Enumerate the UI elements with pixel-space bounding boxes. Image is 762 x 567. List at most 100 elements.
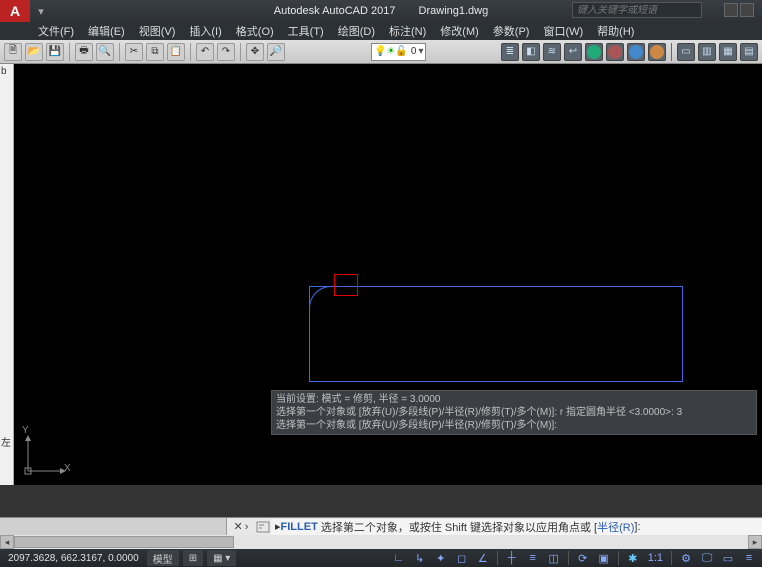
menu-tools[interactable]: 工具(T) [282, 23, 330, 39]
preview-icon[interactable]: 🔍 [96, 43, 114, 61]
ucs-x-label: X [64, 463, 71, 474]
standard-toolbar: 🗎 📂 💾 🖶 🔍 ✂ ⧉ 📋 ↶ ↷ ✥ 🔎 💡☀🔓 0 ▾ ≣ ◧ ≋ ↩ … [0, 40, 762, 64]
anno-toggle-icon[interactable]: ✱ [624, 550, 642, 566]
copy-icon[interactable]: ⧉ [146, 43, 164, 61]
clean-icon[interactable]: ▭ [719, 550, 737, 566]
menu-help[interactable]: 帮助(H) [591, 23, 640, 39]
cmdline-prompt-icon [255, 519, 271, 535]
menu-modify[interactable]: 修改(M) [434, 23, 485, 39]
redo-icon[interactable]: ↷ [217, 43, 235, 61]
menu-view[interactable]: 视图(V) [133, 23, 182, 39]
toolbar-sep [119, 43, 120, 61]
tool-c-icon[interactable] [627, 43, 645, 61]
help-search[interactable] [572, 2, 702, 18]
model-tab[interactable]: 模型 [147, 550, 179, 566]
menu-draw[interactable]: 绘图(D) [332, 23, 381, 39]
grid-toggle[interactable]: ⊞ [183, 550, 203, 566]
command-line-row: ✕ › ▸ FILLET 选择第二个对象，或按住 Shift 键选择对象以应用角… [0, 517, 762, 535]
cursor-coordinates: 2097.3628, 662.3167, 0.0000 [0, 553, 147, 564]
layer-props-icon[interactable]: ≣ [501, 43, 519, 61]
ortho-toggle-icon[interactable]: ↳ [411, 550, 429, 566]
command-option[interactable]: 半径(R) [597, 519, 634, 535]
menu-edit[interactable]: 编辑(E) [82, 23, 131, 39]
layer-name: 0 [411, 46, 417, 57]
trans-toggle-icon[interactable]: ◫ [545, 550, 563, 566]
qat-dropdown-icon[interactable]: ▾ [36, 5, 46, 18]
toolbar-sep [671, 43, 672, 61]
scroll-thumb[interactable] [14, 536, 234, 548]
document-name: Drawing1.dwg [419, 5, 489, 17]
cmdline-handle[interactable] [0, 518, 227, 536]
zoom-icon[interactable]: 🔎 [267, 43, 285, 61]
props-d-icon[interactable]: ▤ [740, 43, 758, 61]
cut-icon[interactable]: ✂ [125, 43, 143, 61]
help-search-input[interactable] [573, 5, 701, 16]
layout-toggle[interactable]: ▦ ▾ [207, 550, 236, 566]
layer-prev-icon[interactable]: ↩ [564, 43, 582, 61]
workspace-icon[interactable]: ⚙ [677, 550, 695, 566]
3d-toggle-icon[interactable]: ▣ [595, 550, 613, 566]
paste-icon[interactable]: 📋 [167, 43, 185, 61]
title-bar: A ▾ Autodesk AutoCAD 2017 Drawing1.dwg [0, 0, 762, 22]
scroll-right-icon[interactable]: ▸ [748, 535, 762, 549]
menu-param[interactable]: 参数(P) [487, 23, 536, 39]
open-icon[interactable]: 📂 [25, 43, 43, 61]
undo-icon[interactable]: ↶ [196, 43, 214, 61]
layer-match-icon[interactable]: ≋ [543, 43, 561, 61]
scroll-track[interactable] [14, 535, 748, 549]
menu-format[interactable]: 格式(O) [230, 23, 280, 39]
osnap-toggle-icon[interactable]: ◻ [453, 550, 471, 566]
tool-b-icon[interactable] [606, 43, 624, 61]
props-b-icon[interactable]: ▥ [698, 43, 716, 61]
infocenter-btn-1[interactable] [724, 3, 738, 17]
app-icon[interactable]: A [0, 0, 30, 22]
infocenter-btn-2[interactable] [740, 3, 754, 17]
props-c-icon[interactable]: ▦ [719, 43, 737, 61]
status-sep [497, 551, 498, 565]
dyn-toggle-icon[interactable]: ┼ [503, 550, 521, 566]
quick-access-toolbar: ▾ [36, 5, 46, 18]
menu-window[interactable]: 窗口(W) [537, 23, 589, 39]
command-input[interactable]: ▸ FILLET 选择第二个对象，或按住 Shift 键选择对象以应用角点或 [… [271, 519, 762, 535]
scroll-left-icon[interactable]: ◂ [0, 535, 14, 549]
menu-file[interactable]: 文件(F) [32, 23, 80, 39]
track-toggle-icon[interactable]: ∠ [474, 550, 492, 566]
polar-toggle-icon[interactable]: ✦ [432, 550, 450, 566]
tool-a-icon[interactable] [585, 43, 603, 61]
close-icon[interactable]: ✕ [234, 520, 243, 533]
drawing-canvas[interactable]: Y X 当前设置: 模式 = 修剪, 半径 = 3.0000 选择第一个对象或 … [14, 64, 762, 485]
infocenter-buttons [724, 3, 754, 17]
horizontal-scrollbar[interactable]: ◂ ▸ [0, 535, 762, 549]
cycle-toggle-icon[interactable]: ⟳ [574, 550, 592, 566]
snap-toggle-icon[interactable]: ∟ [390, 550, 408, 566]
lw-toggle-icon[interactable]: ≡ [524, 550, 542, 566]
command-prompt-b: ]: [634, 521, 640, 533]
drawn-rectangle [309, 286, 683, 382]
props-a-icon[interactable]: ▭ [677, 43, 695, 61]
menu-insert[interactable]: 插入(I) [183, 23, 227, 39]
menu-dim[interactable]: 标注(N) [383, 23, 432, 39]
ruler-mark: b [1, 66, 7, 77]
toolbar-sep [240, 43, 241, 61]
layer-state-dropdown[interactable]: 💡☀🔓 0 ▾ [371, 43, 426, 61]
ucs-y-label: Y [22, 425, 29, 436]
print-icon[interactable]: 🖶 [75, 43, 93, 61]
menu-bar: 文件(F) 编辑(E) 视图(V) 插入(I) 格式(O) 工具(T) 绘图(D… [0, 22, 762, 40]
app-name: Autodesk AutoCAD 2017 [274, 5, 396, 17]
anno-scale[interactable]: 1:1 [645, 550, 666, 566]
status-sep [618, 551, 619, 565]
pan-icon[interactable]: ✥ [246, 43, 264, 61]
new-icon[interactable]: 🗎 [4, 43, 22, 61]
active-command: FILLET [281, 521, 318, 533]
tool-d-icon[interactable] [648, 43, 666, 61]
chevron-right-icon[interactable]: › [245, 521, 249, 533]
status-toggles: ∟ ↳ ✦ ◻ ∠ ┼ ≡ ◫ ⟳ ▣ ✱ 1:1 ⚙ 🖵 ▭ ≡ [390, 550, 762, 566]
monitor-icon[interactable]: 🖵 [698, 550, 716, 566]
status-sep [568, 551, 569, 565]
cmdline-close[interactable]: ✕ › [227, 520, 255, 533]
command-history: 当前设置: 模式 = 修剪, 半径 = 3.0000 选择第一个对象或 [放弃(… [271, 390, 757, 435]
layer-iso-icon[interactable]: ◧ [522, 43, 540, 61]
custom-icon[interactable]: ≡ [740, 550, 758, 566]
save-icon[interactable]: 💾 [46, 43, 64, 61]
cmd-history-line: 当前设置: 模式 = 修剪, 半径 = 3.0000 [276, 393, 752, 406]
